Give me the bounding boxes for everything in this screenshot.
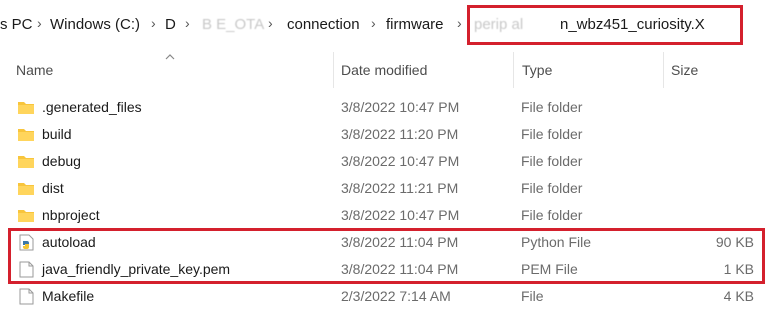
column-divider[interactable] bbox=[333, 52, 334, 88]
breadcrumb-this-pc[interactable]: s PC bbox=[0, 16, 33, 33]
highlight-box-files bbox=[8, 228, 765, 284]
chevron-right-icon[interactable]: › bbox=[371, 15, 376, 31]
file-type: File bbox=[521, 288, 544, 304]
column-divider[interactable] bbox=[663, 52, 664, 88]
column-header: Name Date modified Type Size bbox=[0, 52, 771, 90]
file-date: 2/3/2022 7:14 AM bbox=[341, 288, 451, 304]
table-row[interactable]: .generated_files 3/8/2022 10:47 PM File … bbox=[0, 94, 771, 121]
folder-icon bbox=[18, 183, 34, 195]
column-divider[interactable] bbox=[513, 52, 514, 88]
table-row[interactable]: dist 3/8/2022 11:21 PM File folder bbox=[0, 175, 771, 202]
breadcrumb-d[interactable]: D bbox=[165, 16, 176, 33]
chevron-right-icon[interactable]: › bbox=[457, 15, 462, 31]
folder-icon bbox=[18, 129, 34, 141]
chevron-right-icon[interactable]: › bbox=[185, 15, 190, 31]
file-name: debug bbox=[42, 153, 81, 169]
file-size: 4 KB bbox=[723, 288, 754, 304]
highlight-box-path bbox=[467, 5, 743, 45]
breadcrumb-connection[interactable]: connection bbox=[287, 16, 360, 33]
breadcrumb-obscured[interactable]: B E_OTA bbox=[202, 16, 264, 33]
column-size[interactable]: Size bbox=[671, 62, 698, 78]
file-date: 3/8/2022 11:21 PM bbox=[341, 180, 459, 196]
sort-ascending-icon bbox=[165, 54, 175, 60]
file-date: 3/8/2022 11:20 PM bbox=[341, 126, 459, 142]
chevron-right-icon[interactable]: › bbox=[268, 15, 273, 31]
file-date: 3/8/2022 10:47 PM bbox=[341, 153, 460, 169]
file-name: build bbox=[42, 126, 72, 142]
file-type: File folder bbox=[521, 126, 583, 142]
table-row[interactable]: nbproject 3/8/2022 10:47 PM File folder bbox=[0, 202, 771, 229]
table-row[interactable]: debug 3/8/2022 10:47 PM File folder bbox=[0, 148, 771, 175]
file-type: File folder bbox=[521, 99, 583, 115]
chevron-right-icon[interactable]: › bbox=[151, 15, 156, 31]
column-name[interactable]: Name bbox=[16, 62, 53, 78]
file-date: 3/8/2022 10:47 PM bbox=[341, 207, 460, 223]
file-name: dist bbox=[42, 180, 64, 196]
column-type[interactable]: Type bbox=[522, 62, 552, 78]
folder-icon bbox=[18, 156, 34, 168]
breadcrumb-windows-c[interactable]: Windows (C:) bbox=[50, 16, 140, 33]
folder-icon bbox=[18, 102, 34, 114]
file-name: nbproject bbox=[42, 207, 100, 223]
file-type: File folder bbox=[521, 153, 583, 169]
file-date: 3/8/2022 10:47 PM bbox=[341, 99, 460, 115]
file-type: File folder bbox=[521, 207, 583, 223]
table-row[interactable]: Makefile 2/3/2022 7:14 AM File 4 KB bbox=[0, 283, 771, 310]
file-icon bbox=[19, 288, 34, 305]
table-row[interactable]: build 3/8/2022 11:20 PM File folder bbox=[0, 121, 771, 148]
column-date-modified[interactable]: Date modified bbox=[341, 62, 427, 78]
chevron-right-icon[interactable]: › bbox=[37, 15, 42, 31]
file-type: File folder bbox=[521, 180, 583, 196]
address-bar[interactable]: s PC › Windows (C:) › D › B E_OTA › conn… bbox=[0, 0, 771, 52]
folder-icon bbox=[18, 210, 34, 222]
file-name: Makefile bbox=[42, 288, 95, 304]
breadcrumb-firmware[interactable]: firmware bbox=[386, 16, 444, 33]
file-name: .generated_files bbox=[42, 99, 142, 115]
